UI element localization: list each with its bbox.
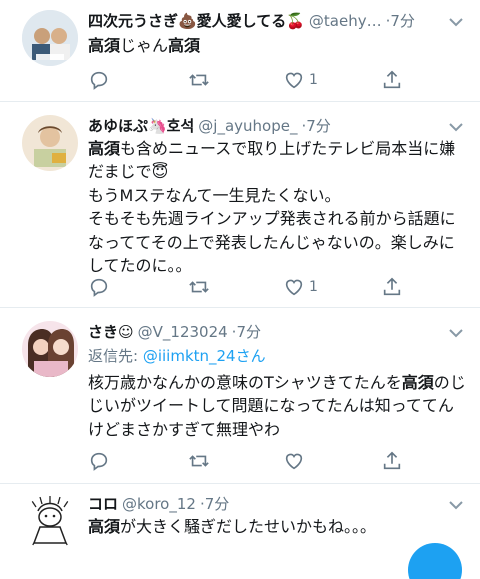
tweet-text: 高須も含めニュースで取り上げたテレビ局本当に嫌だまじで😇 もうMステなんて一生見…: [88, 137, 468, 277]
heart-icon: [285, 453, 303, 470]
share-icon: [383, 277, 401, 296]
chevron-down-icon[interactable]: [448, 499, 464, 511]
display-name[interactable]: 四次元うさぎ💩愛人愛してる🍒: [88, 12, 305, 30]
heart-icon: [285, 279, 303, 296]
avatar[interactable]: [22, 321, 78, 377]
display-name[interactable]: コロ: [88, 495, 118, 513]
tweet-text: 核万歳かなんかの意味のTシャツきてたんを高須のじじいがツイートして問題になってた…: [88, 371, 468, 441]
tweet-header: さき☺ @V_123024·7分: [88, 321, 436, 343]
like-button[interactable]: [283, 449, 309, 473]
chevron-down-icon[interactable]: [448, 121, 464, 133]
text-segment: じゃん: [120, 36, 169, 55]
tweet-actions: 1: [88, 275, 418, 299]
like-button[interactable]: 1: [283, 275, 318, 299]
reply-context: 返信先: @iiimktn_24さん: [88, 345, 266, 367]
heart-icon: [285, 72, 303, 89]
highlight-keyword: 高須: [168, 36, 201, 55]
highlight-keyword: 高須: [88, 36, 121, 55]
share-icon: [383, 451, 401, 470]
share-button[interactable]: [381, 275, 403, 299]
avatar-image: [22, 321, 78, 377]
text-segment: が大きく騒ぎだしたせいかもね。。。: [120, 517, 377, 536]
share-button[interactable]: [381, 68, 403, 92]
display-name[interactable]: さき☺: [88, 323, 134, 341]
like-count: 1: [309, 72, 318, 88]
chevron-down-icon[interactable]: [448, 16, 464, 28]
user-handle[interactable]: @taehy…: [309, 12, 382, 30]
timestamp[interactable]: 7分: [205, 495, 230, 513]
highlight-keyword: 高須: [88, 517, 121, 536]
reply-button[interactable]: [88, 449, 110, 473]
tweet-header: あゆほぷ🦄호석 @j_ayuhope_ ·7分: [88, 115, 436, 137]
retweet-button[interactable]: [188, 68, 210, 92]
text-segment: 核万歳かなんかの意味のTシャツきてたんを: [88, 373, 402, 392]
timestamp[interactable]: 7分: [306, 117, 331, 135]
tweet-2[interactable]: あゆほぷ🦄호석 @j_ayuhope_ ·7分 高須も含めニュースで取り上げたテレビ…: [0, 103, 480, 308]
reply-icon: [90, 278, 108, 297]
display-name[interactable]: あゆほぷ🦄호석: [88, 117, 194, 135]
user-handle[interactable]: @koro_12: [122, 495, 196, 513]
avatar[interactable]: [22, 10, 78, 66]
avatar-image: [22, 10, 78, 66]
compose-tweet-button[interactable]: [408, 543, 462, 579]
share-button[interactable]: [381, 449, 403, 473]
like-button[interactable]: 1: [283, 68, 318, 92]
text-segment: も含めニュースで取り上げたテレビ局本当に嫌だまじで😇 もうMステなんて一生見たく…: [88, 139, 456, 276]
retweet-icon: [189, 74, 209, 86]
retweet-button[interactable]: [188, 275, 210, 299]
tweet-text: 高須が大きく騒ぎだしたせいかもね。。。: [88, 515, 468, 538]
tweet-header: コロ @koro_12·7分: [88, 493, 436, 515]
tweet-actions: 1: [88, 68, 418, 92]
highlight-keyword: 高須: [88, 139, 121, 158]
retweet-icon: [189, 281, 209, 293]
tweet-4[interactable]: コロ @koro_12·7分 高須が大きく騒ぎだしたせいかもね。。。: [0, 485, 480, 579]
retweet-button[interactable]: [188, 449, 210, 473]
tweet-text: 高須じゃん高須: [88, 34, 468, 57]
tweet-header: 四次元うさぎ💩愛人愛してる🍒 @taehy… ·7分: [88, 10, 436, 32]
chevron-down-icon[interactable]: [448, 327, 464, 339]
highlight-keyword: 高須: [401, 373, 434, 392]
tweet-actions: [88, 449, 418, 473]
reply-mention-link[interactable]: @iiimktn_24さん: [143, 347, 266, 365]
tweet-1[interactable]: 四次元うさぎ💩愛人愛してる🍒 @taehy… ·7分 高須じゃん高須 1: [0, 0, 480, 102]
avatar[interactable]: [22, 495, 78, 551]
user-handle[interactable]: @V_123024: [138, 323, 228, 341]
reply-button[interactable]: [88, 275, 110, 299]
like-count: 1: [309, 279, 318, 295]
timestamp[interactable]: 7分: [390, 12, 415, 30]
user-handle[interactable]: @j_ayuhope_: [198, 117, 297, 135]
avatar[interactable]: [22, 115, 78, 171]
avatar-image: [22, 495, 78, 551]
reply-prefix: 返信先:: [88, 347, 143, 365]
share-icon: [383, 70, 401, 89]
reply-icon: [90, 452, 108, 471]
timestamp[interactable]: 7分: [236, 323, 261, 341]
reply-button[interactable]: [88, 68, 110, 92]
tweet-3[interactable]: さき☺ @V_123024·7分 返信先: @iiimktn_24さん 核万歳かな…: [0, 309, 480, 484]
retweet-icon: [189, 455, 209, 467]
avatar-image: [22, 115, 78, 171]
reply-icon: [90, 71, 108, 90]
